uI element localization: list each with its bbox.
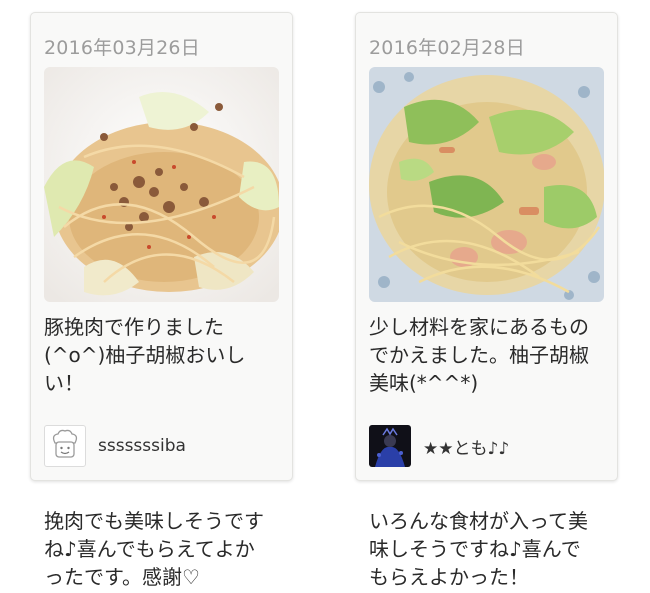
- report-author[interactable]: sssssssiba: [44, 424, 186, 468]
- report-comment: 少し材料を家にあるもの でかえました。柚子胡椒 美味(*^^*): [369, 315, 589, 395]
- report-photo[interactable]: [369, 67, 604, 302]
- report-comment: 豚挽肉で作りました (^o^)柚子胡椒おいし い！: [44, 315, 246, 395]
- report-date: 2016年03月26日: [44, 37, 200, 59]
- author-reply: いろんな食材が入って美 味しそうですね♪喜んで もらえよかった！: [369, 509, 588, 589]
- report-date: 2016年02月28日: [369, 37, 525, 59]
- author-name[interactable]: ★★とも♪♪: [423, 434, 509, 459]
- user-photo-avatar[interactable]: [369, 425, 411, 467]
- author-name[interactable]: sssssssiba: [98, 436, 186, 456]
- report-author[interactable]: ★★とも♪♪: [369, 424, 509, 468]
- report-card[interactable]: 2016年02月28日 少し材料を家にあるもの でかえました。柚子胡椒 美味(*…: [355, 12, 618, 481]
- report-photo[interactable]: [44, 67, 279, 302]
- chef-avatar-icon[interactable]: [44, 425, 86, 467]
- author-reply: 挽肉でも美味しそうです ね♪喜んでもらえてよか ったです。感謝♡: [44, 509, 264, 589]
- report-card[interactable]: 2016年03月26日 豚挽肉で作りました (^o^)柚子胡椒おいし い！ ss…: [30, 12, 293, 481]
